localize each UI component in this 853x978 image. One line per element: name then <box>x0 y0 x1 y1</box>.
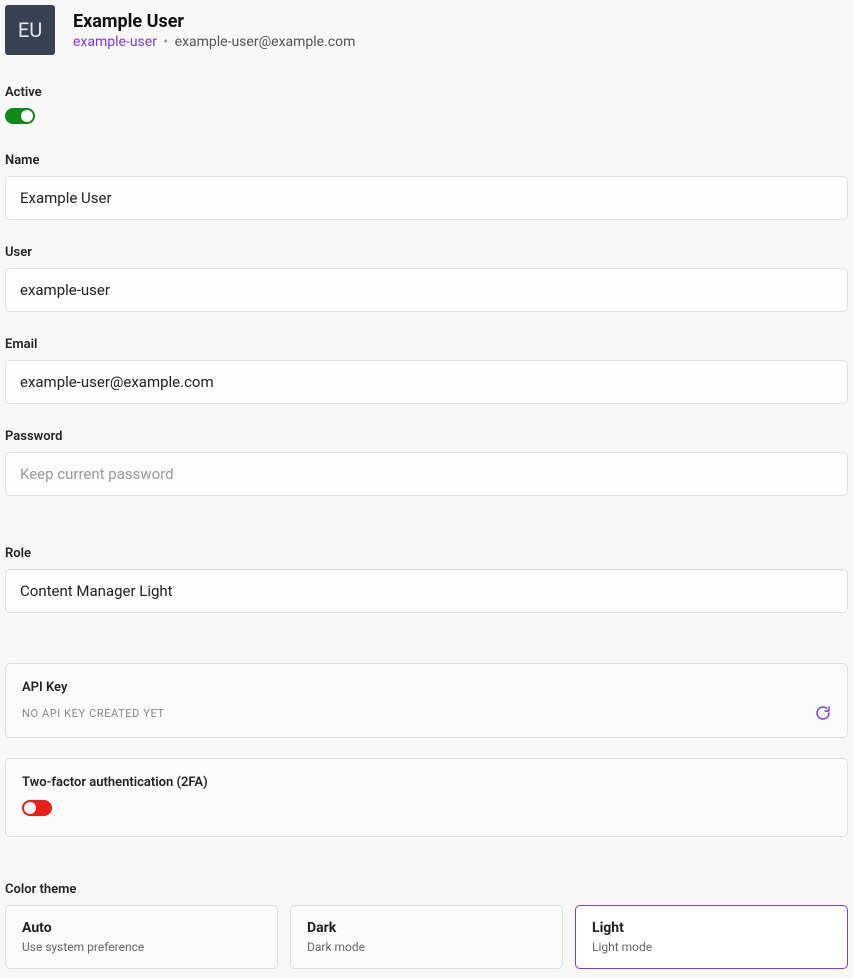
toggle-knob <box>21 110 33 122</box>
field-color-theme: Color theme Auto Use system preference D… <box>5 882 848 969</box>
api-key-label: API Key <box>22 680 831 695</box>
user-header: EU Example User example-user • example-u… <box>5 5 848 55</box>
password-input[interactable] <box>5 452 848 496</box>
user-label: User <box>5 245 848 260</box>
field-user: User <box>5 245 848 312</box>
field-password: Password <box>5 429 848 496</box>
toggle-knob <box>24 802 36 814</box>
user-input[interactable] <box>5 268 848 312</box>
display-name: Example User <box>73 11 355 32</box>
password-label: Password <box>5 429 848 444</box>
active-label: Active <box>5 85 848 100</box>
theme-title: Auto <box>22 920 261 936</box>
avatar: EU <box>5 5 55 55</box>
field-email: Email <box>5 337 848 404</box>
tfa-toggle[interactable] <box>22 800 52 816</box>
theme-title: Dark <box>307 920 546 936</box>
email-input[interactable] <box>5 360 848 404</box>
name-label: Name <box>5 153 848 168</box>
name-input[interactable] <box>5 176 848 220</box>
api-key-empty-text: No API key created yet <box>22 707 165 720</box>
theme-sub: Use system preference <box>22 940 261 954</box>
field-role: Role Content Manager Light <box>5 546 848 613</box>
field-name: Name <box>5 153 848 220</box>
avatar-initials: EU <box>18 18 42 42</box>
header-email: example-user@example.com <box>175 34 356 50</box>
theme-option-dark[interactable]: Dark Dark mode <box>290 905 563 969</box>
email-label: Email <box>5 337 848 352</box>
theme-sub: Dark mode <box>307 940 546 954</box>
field-active: Active <box>5 85 848 128</box>
role-label: Role <box>5 546 848 561</box>
refresh-icon[interactable] <box>815 705 831 721</box>
color-theme-label: Color theme <box>5 882 848 897</box>
separator: • <box>163 34 168 50</box>
active-toggle[interactable] <box>5 108 35 124</box>
api-key-card: API Key No API key created yet <box>5 663 848 738</box>
role-select[interactable]: Content Manager Light <box>5 569 848 613</box>
theme-sub: Light mode <box>592 940 831 954</box>
theme-title: Light <box>592 920 831 936</box>
header-text: Example User example-user • example-user… <box>73 11 355 50</box>
theme-row: Auto Use system preference Dark Dark mod… <box>5 905 848 969</box>
theme-option-auto[interactable]: Auto Use system preference <box>5 905 278 969</box>
theme-option-light[interactable]: Light Light mode <box>575 905 848 969</box>
tfa-label: Two-factor authentication (2FA) <box>22 775 831 790</box>
username-link[interactable]: example-user <box>73 34 157 50</box>
tfa-card: Two-factor authentication (2FA) <box>5 758 848 837</box>
header-sub: example-user • example-user@example.com <box>73 34 355 50</box>
